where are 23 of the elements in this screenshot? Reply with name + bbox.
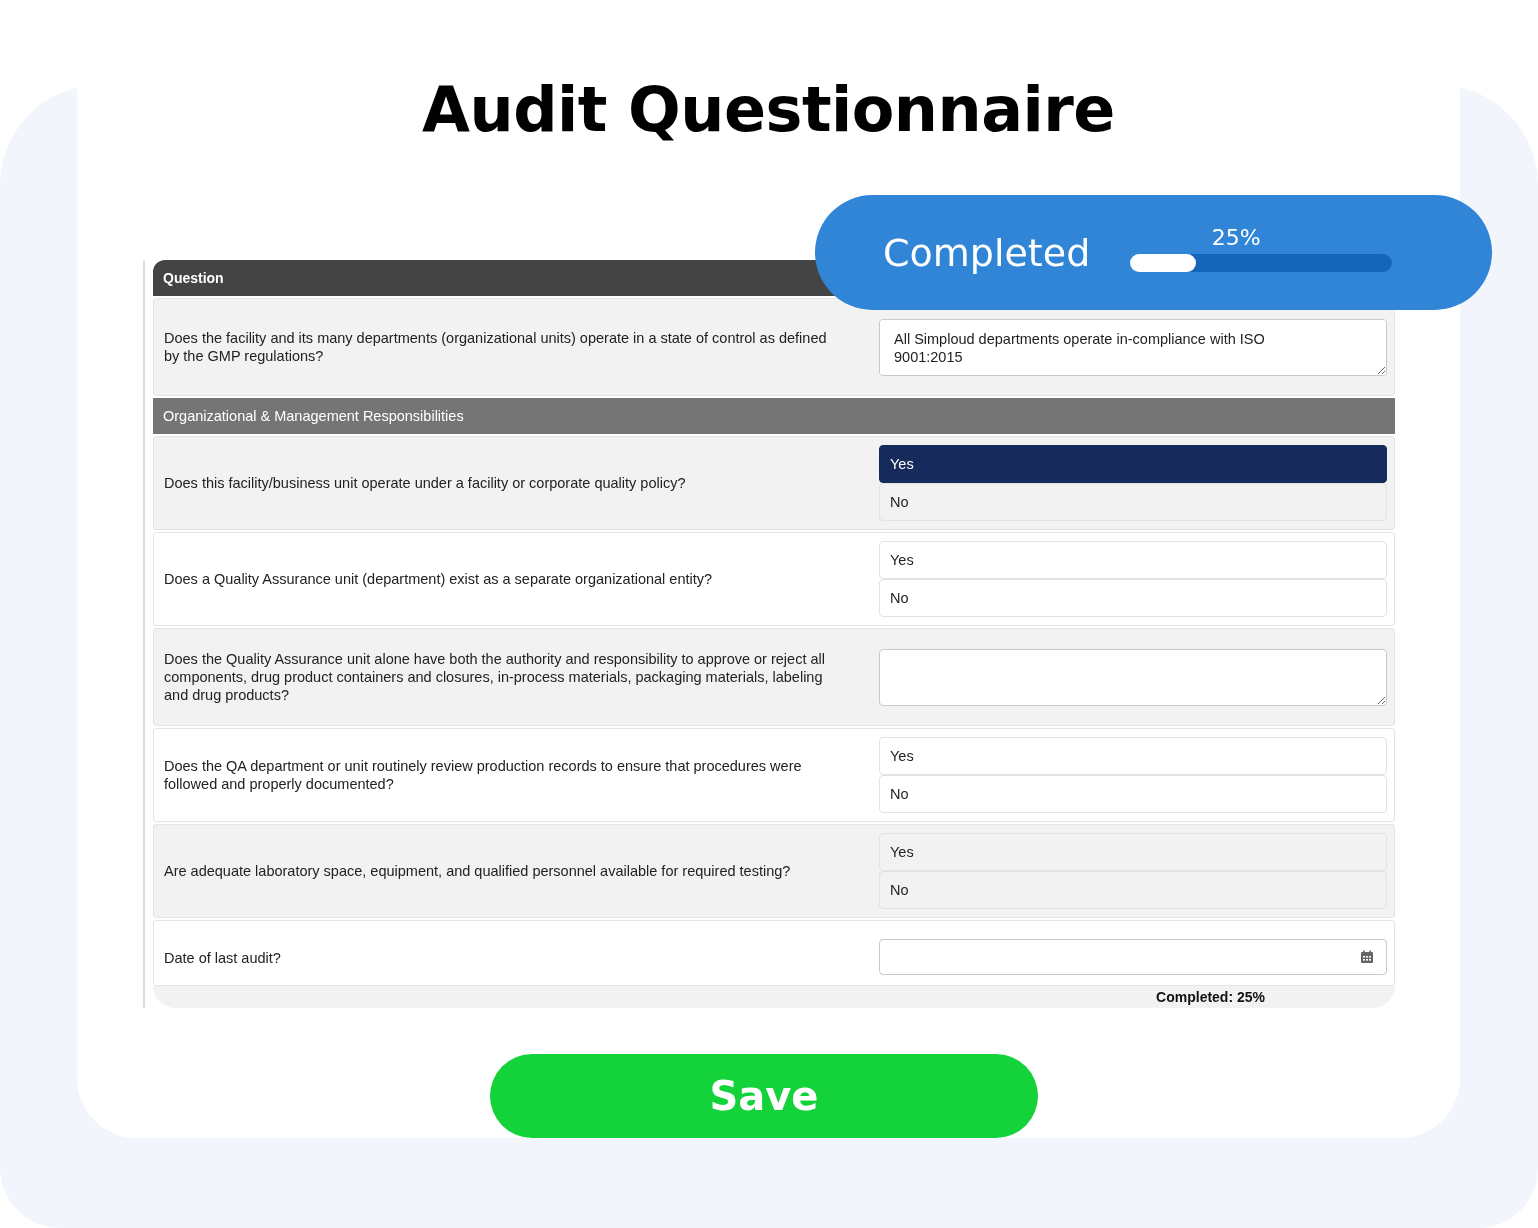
- answer-option[interactable]: Yes: [879, 541, 1387, 579]
- answer-option[interactable]: Yes: [879, 833, 1387, 871]
- answer-option[interactable]: Yes: [879, 445, 1387, 483]
- question-text: Date of last audit?: [163, 949, 282, 967]
- question-text: Does the facility and its many departments (organizational units) operate in a state of control as defined by the GMP regulations?: [163, 329, 828, 365]
- answer-option[interactable]: No: [879, 579, 1387, 617]
- answer-option[interactable]: Yes: [879, 737, 1387, 775]
- completion-text: Completed: 25%: [1156, 988, 1265, 1007]
- question-text: Does the Quality Assurance unit alone have both the authority and responsibility to approve or reject all components, drug product containers and closures, in-process materials, packaging materials, labeling and drug products?: [163, 650, 826, 704]
- date-field[interactable]: [879, 939, 1387, 975]
- question-text: Are adequate laboratory space, equipment, and qualified personnel available for required testing?: [163, 862, 792, 880]
- question-text: Does a Quality Assurance unit (department) exist as a separate organizational entity?: [163, 570, 714, 588]
- answer-option[interactable]: No: [879, 483, 1387, 521]
- answer-option[interactable]: No: [879, 775, 1387, 813]
- question-text: Does this facility/business unit operate under a facility or corporate quality policy?: [163, 474, 687, 492]
- page-title: Audit Questionnaire: [422, 72, 1115, 148]
- question-text: Does the QA department or unit routinely review production records to ensure that procedures were followed and properly documented?: [163, 757, 803, 793]
- section-header: Organizational & Management Responsibilities: [153, 398, 1395, 434]
- answer-field[interactable]: [879, 648, 1387, 706]
- answer-field[interactable]: All Simploud departments operate in-compliance with ISO 9001:2015: [879, 318, 1387, 376]
- progress-percent: 25%: [1211, 225, 1261, 250]
- calendar-icon[interactable]: [1360, 950, 1374, 964]
- answer-option[interactable]: No: [879, 871, 1387, 909]
